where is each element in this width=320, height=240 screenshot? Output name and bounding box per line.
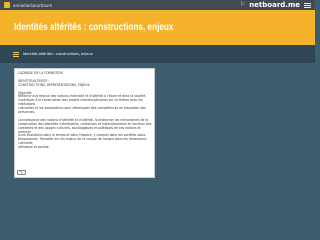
hamburger-menu-icon[interactable] [304, 2, 311, 8]
card-body: CADRAGE DE LA FORMATION IDENTITE/ALTERIT… [18, 71, 152, 154]
card-line-1: CADRAGE DE LA FORMATION [18, 71, 63, 75]
user-area[interactable]: annamariasurbaum [4, 2, 52, 8]
section-title: Identités altérités : constructions, enj… [23, 52, 93, 56]
user-name[interactable]: annamariasurbaum [13, 3, 52, 8]
board-header: Identités altérités : constructions, enj… [0, 10, 315, 45]
pencil-icon[interactable]: ✎ [17, 170, 26, 175]
top-bar: annamariasurbaum ⚐ netboard.me [0, 0, 315, 10]
card-line-3: CONSTRUCTIONS, REPRESENTATIONS, ENJEUX [18, 82, 90, 87]
card-line-13: artistique et sociale. [18, 145, 50, 150]
brand-name[interactable]: netboard.me [249, 1, 300, 9]
board-title: Identités altérités : constructions, enj… [14, 22, 174, 33]
content-card[interactable]: CADRAGE DE LA FORMATION IDENTITE/ALTERIT… [14, 68, 155, 178]
netboard-logo-icon [4, 2, 10, 8]
bell-icon[interactable]: ⚐ [240, 2, 245, 8]
section-bar: Identités altérités : constructions, enj… [0, 45, 315, 63]
card-line-7: culturelles et les associations pour dév… [18, 106, 146, 115]
section-menu-icon[interactable] [13, 51, 19, 57]
